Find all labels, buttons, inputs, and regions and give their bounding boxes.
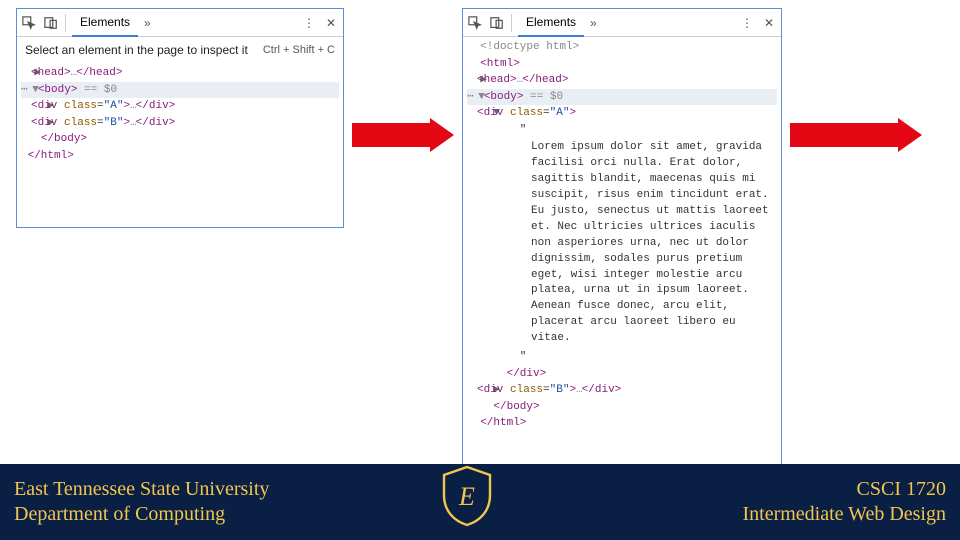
arrow-icon bbox=[352, 118, 454, 152]
lorem-text: Lorem ipsum dolor sit amet, gravida faci… bbox=[467, 138, 777, 349]
course-code: CSCI 1720 bbox=[742, 477, 946, 502]
inspect-icon[interactable] bbox=[21, 15, 37, 31]
department-name: Department of Computing bbox=[14, 502, 269, 527]
footer-right: CSCI 1720 Intermediate Web Design bbox=[742, 477, 946, 527]
device-icon[interactable] bbox=[43, 15, 59, 31]
dom-tree-left[interactable]: ▶<head>…</head> ⋯ ▼<body> == $0 ▶<div cl… bbox=[17, 63, 343, 170]
tab-elements[interactable]: Elements bbox=[72, 9, 138, 37]
kebab-icon[interactable]: ⋮ bbox=[301, 15, 317, 31]
inspect-icon[interactable] bbox=[467, 15, 483, 31]
close-icon[interactable]: ✕ bbox=[761, 15, 777, 31]
tabs-overflow-icon[interactable]: » bbox=[144, 16, 151, 30]
svg-text:E: E bbox=[458, 482, 475, 511]
tab-elements[interactable]: Elements bbox=[518, 9, 584, 37]
devtools-panel-right: Elements » ⋮ ✕ <!doctype html> <html> ▶<… bbox=[462, 8, 782, 470]
kebab-icon[interactable]: ⋮ bbox=[739, 15, 755, 31]
inspect-tooltip-row: Select an element in the page to inspect… bbox=[17, 37, 343, 63]
close-icon[interactable]: ✕ bbox=[323, 15, 339, 31]
devtools-panel-left: Elements » ⋮ ✕ Select an element in the … bbox=[16, 8, 344, 228]
inspect-tooltip-text: Select an element in the page to inspect… bbox=[25, 43, 255, 57]
footer-left: East Tennessee State University Departme… bbox=[14, 477, 269, 527]
arrow-icon bbox=[790, 118, 922, 152]
devtools-tabbar: Elements » ⋮ ✕ bbox=[463, 9, 781, 37]
slide-footer: East Tennessee State University Departme… bbox=[0, 464, 960, 540]
device-icon[interactable] bbox=[489, 15, 505, 31]
dom-tree-right[interactable]: <!doctype html> <html> ▶<head>…</head> ⋯… bbox=[463, 37, 781, 438]
course-title: Intermediate Web Design bbox=[742, 502, 946, 527]
university-name: East Tennessee State University bbox=[14, 477, 269, 502]
etsu-logo-icon: E bbox=[440, 465, 494, 532]
inspect-shortcut: Ctrl + Shift + C bbox=[263, 44, 335, 56]
tabs-overflow-icon[interactable]: » bbox=[590, 16, 597, 30]
devtools-tabbar: Elements » ⋮ ✕ bbox=[17, 9, 343, 37]
